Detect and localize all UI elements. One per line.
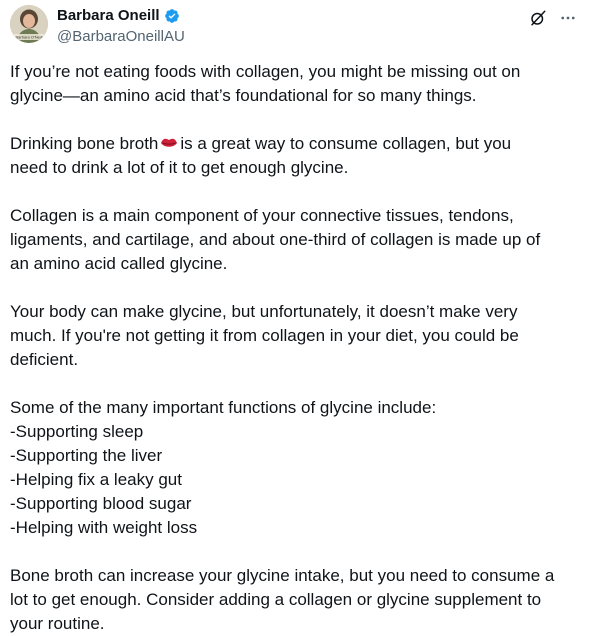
text-segment: is a great way to consume collagen, but … <box>180 134 512 153</box>
tweet: Barbara O'Neill Barbara Oneill @BarbaraO… <box>0 0 589 635</box>
more-options-icon[interactable] <box>557 7 579 29</box>
text-line: Collagen is a main component of your con… <box>10 206 514 225</box>
text-line: ligaments, and cartilage, and about one-… <box>10 230 541 249</box>
text-line: much. If you're not getting it from coll… <box>10 326 519 345</box>
tweet-actions <box>527 7 579 29</box>
text-line: glycine—an amino acid that’s foundationa… <box>10 86 477 105</box>
list-item: -Helping with weight loss <box>10 518 198 537</box>
paragraph-1: If you’re not eating foods with collagen… <box>10 60 580 108</box>
avatar[interactable]: Barbara O'Neill <box>10 5 48 43</box>
text-line: Some of the many important functions of … <box>10 398 437 417</box>
list-item: -Supporting sleep <box>10 422 144 441</box>
text-line: need to drink a lot of it to get enough … <box>10 158 349 177</box>
author-info: Barbara Oneill @BarbaraOneillAU <box>57 5 185 47</box>
text-line: Your body can make glycine, but unfortun… <box>10 302 518 321</box>
paragraph-4: Your body can make glycine, but unfortun… <box>10 300 580 372</box>
text-line: lot to get enough. Consider adding a col… <box>10 590 542 609</box>
paragraph-5: Some of the many important functions of … <box>10 396 580 540</box>
text-line: deficient. <box>10 350 79 369</box>
grok-icon[interactable] <box>527 7 549 29</box>
text-line: If you’re not eating foods with collagen… <box>10 62 521 81</box>
lips-icon <box>160 134 178 150</box>
author-handle[interactable]: @BarbaraOneillAU <box>57 27 185 47</box>
paragraph-6: Bone broth can increase your glycine int… <box>10 564 580 636</box>
list-item: -Supporting blood sugar <box>10 494 192 513</box>
list-item: -Helping fix a leaky gut <box>10 470 182 489</box>
tweet-header: Barbara O'Neill Barbara Oneill @BarbaraO… <box>10 5 579 45</box>
text-line: an amino acid called glycine. <box>10 254 228 273</box>
text-line: your routine. <box>10 614 105 633</box>
text-line: Bone broth can increase your glycine int… <box>10 566 555 585</box>
list-item: -Supporting the liver <box>10 446 163 465</box>
tweet-text: If you’re not eating foods with collagen… <box>10 60 580 636</box>
text-line: Drinking bone broth is a great way to con… <box>10 132 580 156</box>
paragraph-2: Drinking bone broth is a great way to con… <box>10 132 580 180</box>
paragraph-3: Collagen is a main component of your con… <box>10 204 580 276</box>
verified-badge-icon <box>164 8 180 24</box>
avatar-caption: Barbara O'Neill <box>16 35 43 40</box>
author-name[interactable]: Barbara Oneill <box>57 6 160 26</box>
text-segment: Drinking bone broth <box>10 134 159 153</box>
